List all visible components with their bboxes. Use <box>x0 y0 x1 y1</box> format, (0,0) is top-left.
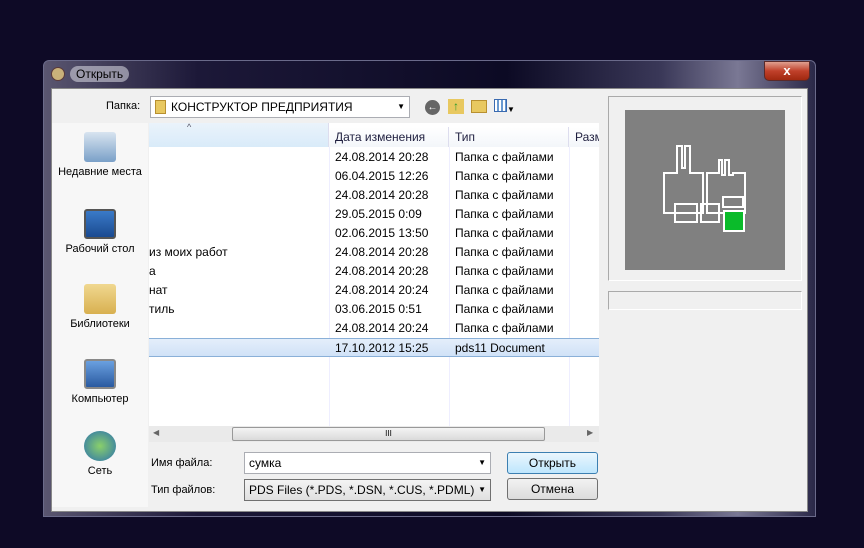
back-icon[interactable]: ← <box>425 100 440 115</box>
file-row[interactable]: 29.05.2015 0:09 Папка с файлами <box>149 205 599 224</box>
scrollbar-thumb[interactable]: III <box>232 427 545 441</box>
filetype-select[interactable]: PDS Files (*.PDS, *.DSN, *.CUS, *.PDML) ▼ <box>244 479 491 501</box>
column-header-date[interactable]: Дата изменения <box>329 127 449 147</box>
folder-combo[interactable]: КОНСТРУКТОР ПРЕДПРИЯТИЯ ▼ <box>150 96 410 118</box>
column-header-size[interactable]: Разм <box>569 127 599 147</box>
pattern-preview <box>625 110 785 270</box>
file-date: 24.08.2014 20:24 <box>335 283 429 297</box>
file-name: из моих работ <box>149 245 228 259</box>
file-row[interactable]: 17.10.2012 15:25 pds11 Document <box>149 338 599 357</box>
libraries-icon <box>84 284 116 314</box>
folder-value: КОНСТРУКТОР ПРЕДПРИЯТИЯ <box>171 100 353 114</box>
file-type: Папка с файлами <box>455 169 554 183</box>
sidebar-item-label: Рабочий стол <box>65 243 135 255</box>
file-type: Папка с файлами <box>455 321 554 335</box>
pattern-pieces-image <box>663 145 746 232</box>
file-type: pds11 Document <box>455 341 545 355</box>
sidebar-item-computer[interactable]: Компьютер <box>52 359 148 405</box>
folder-label: Папка: <box>106 100 141 112</box>
file-row[interactable]: 06.04.2015 12:26 Папка с файлами <box>149 167 599 186</box>
file-date: 24.08.2014 20:24 <box>335 321 429 335</box>
chevron-down-icon: ▼ <box>397 102 405 111</box>
file-row[interactable]: 02.06.2015 13:50 Папка с файлами <box>149 224 599 243</box>
file-type: Папка с файлами <box>455 283 554 297</box>
file-type: Папка с файлами <box>455 188 554 202</box>
recent-places-icon <box>84 132 116 162</box>
window-title: Открыть <box>70 66 130 82</box>
column-header-type[interactable]: Тип <box>449 127 569 147</box>
new-folder-icon[interactable] <box>471 100 487 113</box>
file-row[interactable]: из моих работ 24.08.2014 20:28 Папка с фай… <box>149 243 599 262</box>
places-bar: Недавние места Рабочий стол Библиотеки К… <box>52 123 148 507</box>
filename-value: сумка <box>249 456 282 470</box>
sidebar-item-network[interactable]: Сеть <box>52 431 148 477</box>
file-type: Папка с файлами <box>455 245 554 259</box>
view-menu-icon[interactable]: ▼ <box>494 99 518 114</box>
sidebar-item-libraries[interactable]: Библиотеки <box>52 284 148 330</box>
sidebar-item-label: Компьютер <box>71 393 129 405</box>
filename-input[interactable]: сумка ▼ <box>244 452 491 474</box>
filetype-label: Тип файлов: <box>151 484 216 496</box>
sidebar-item-recent[interactable]: Недавние места <box>52 132 148 178</box>
scroll-left-icon[interactable]: ◀ <box>153 428 159 437</box>
sidebar-item-label: Сеть <box>87 465 113 477</box>
desktop-icon <box>84 209 116 239</box>
file-row[interactable]: а 24.08.2014 20:28 Папка с файлами <box>149 262 599 281</box>
file-type: Папка с файлами <box>455 264 554 278</box>
file-date: 06.04.2015 12:26 <box>335 169 429 183</box>
file-type: Папка с файлами <box>455 207 554 221</box>
file-date: 24.08.2014 20:28 <box>335 150 429 164</box>
computer-icon <box>84 359 116 389</box>
open-button[interactable]: Открыть <box>507 452 598 474</box>
file-name: тиль <box>149 302 175 316</box>
close-button[interactable]: x <box>764 61 810 81</box>
scroll-right-icon[interactable]: ▶ <box>587 428 593 437</box>
file-date: 29.05.2015 0:09 <box>335 207 422 221</box>
app-icon <box>51 67 65 81</box>
up-folder-icon[interactable]: ↑ <box>448 99 464 114</box>
file-type: Папка с файлами <box>455 226 554 240</box>
file-row[interactable]: 24.08.2014 20:28 Папка с файлами <box>149 148 599 167</box>
preview-info-box <box>608 291 802 310</box>
file-date: 24.08.2014 20:28 <box>335 245 429 259</box>
file-date: 17.10.2012 15:25 <box>335 341 429 355</box>
file-date: 24.08.2014 20:28 <box>335 188 429 202</box>
file-name: нат <box>149 283 168 297</box>
file-date: 03.06.2015 0:51 <box>335 302 422 316</box>
cancel-button[interactable]: Отмена <box>507 478 598 500</box>
preview-frame <box>608 96 802 281</box>
chevron-down-icon: ▼ <box>478 458 486 467</box>
file-date: 24.08.2014 20:28 <box>335 264 429 278</box>
file-row[interactable]: 24.08.2014 20:24 Папка с файлами <box>149 319 599 338</box>
horizontal-scrollbar[interactable]: ◀ III ▶ <box>149 426 599 442</box>
file-row[interactable]: тиль 03.06.2015 0:51 Папка с файлами <box>149 300 599 319</box>
chevron-down-icon: ▼ <box>478 485 486 494</box>
sidebar-item-label: Библиотеки <box>70 318 130 330</box>
file-type: Папка с файлами <box>455 150 554 164</box>
file-type: Папка с файлами <box>455 302 554 316</box>
file-row[interactable]: 24.08.2014 20:28 Папка с файлами <box>149 186 599 205</box>
sidebar-item-desktop[interactable]: Рабочий стол <box>52 209 148 255</box>
sort-ascending-icon: ^ <box>187 123 192 132</box>
file-row[interactable]: нат 24.08.2014 20:24 Папка с файлами <box>149 281 599 300</box>
column-header-name[interactable]: ^ <box>149 123 329 147</box>
network-icon <box>84 431 116 461</box>
sidebar-item-label: Недавние места <box>58 166 142 178</box>
filename-label: Имя файла: <box>151 457 213 469</box>
filetype-value: PDS Files (*.PDS, *.DSN, *.CUS, *.PDML) <box>249 483 475 497</box>
file-name: а <box>149 264 156 278</box>
file-list[interactable]: ^ Дата изменения Тип Разм 24.08.2014 20:… <box>149 123 599 426</box>
file-date: 02.06.2015 13:50 <box>335 226 429 240</box>
folder-icon <box>155 100 166 114</box>
